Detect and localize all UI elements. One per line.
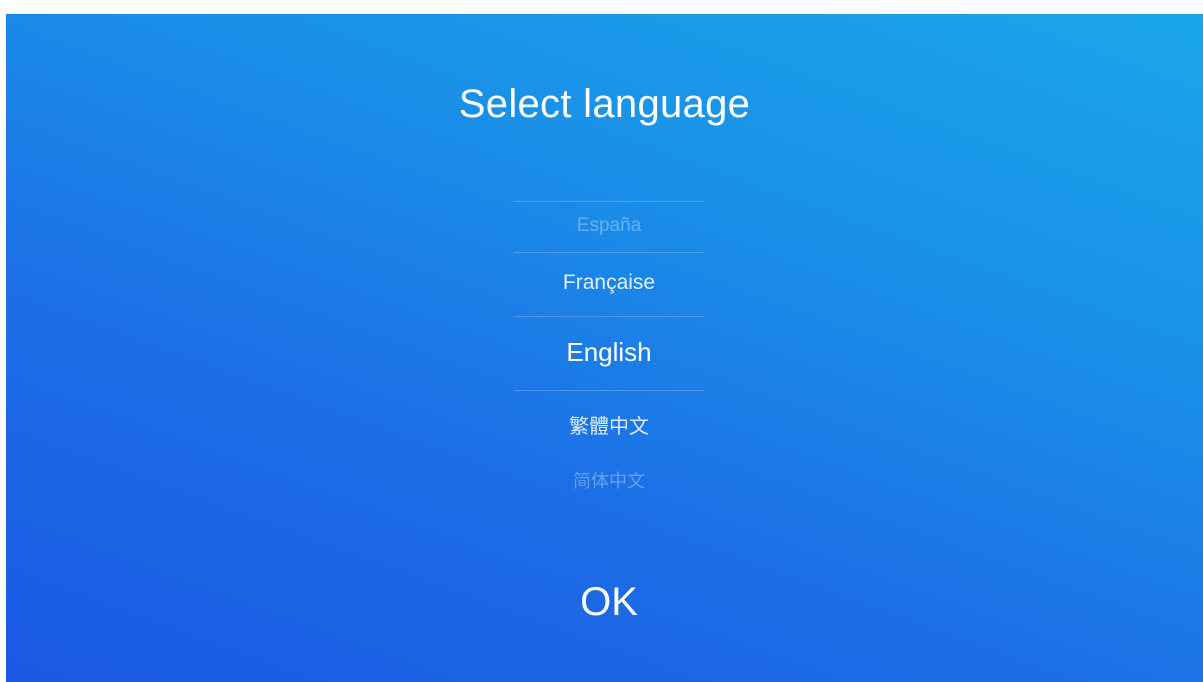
divider	[514, 201, 704, 202]
language-option-traditional-chinese[interactable]: 繁體中文	[514, 410, 704, 439]
language-option-francaise[interactable]: Française	[514, 271, 704, 295]
language-option-english[interactable]: English	[514, 337, 704, 368]
language-option-simplified-chinese[interactable]: 简体中文	[514, 467, 704, 493]
ok-button[interactable]: OK	[554, 572, 664, 632]
language-select-screen: Select language España Française English…	[6, 14, 1203, 682]
language-picker[interactable]: España Française English 繁體中文 简体中文	[514, 201, 704, 511]
language-option-espana[interactable]: España	[514, 215, 704, 237]
divider	[514, 252, 704, 253]
selection-divider-top	[514, 316, 704, 317]
selection-divider-bottom	[514, 390, 704, 391]
page-title: Select language	[458, 82, 751, 126]
